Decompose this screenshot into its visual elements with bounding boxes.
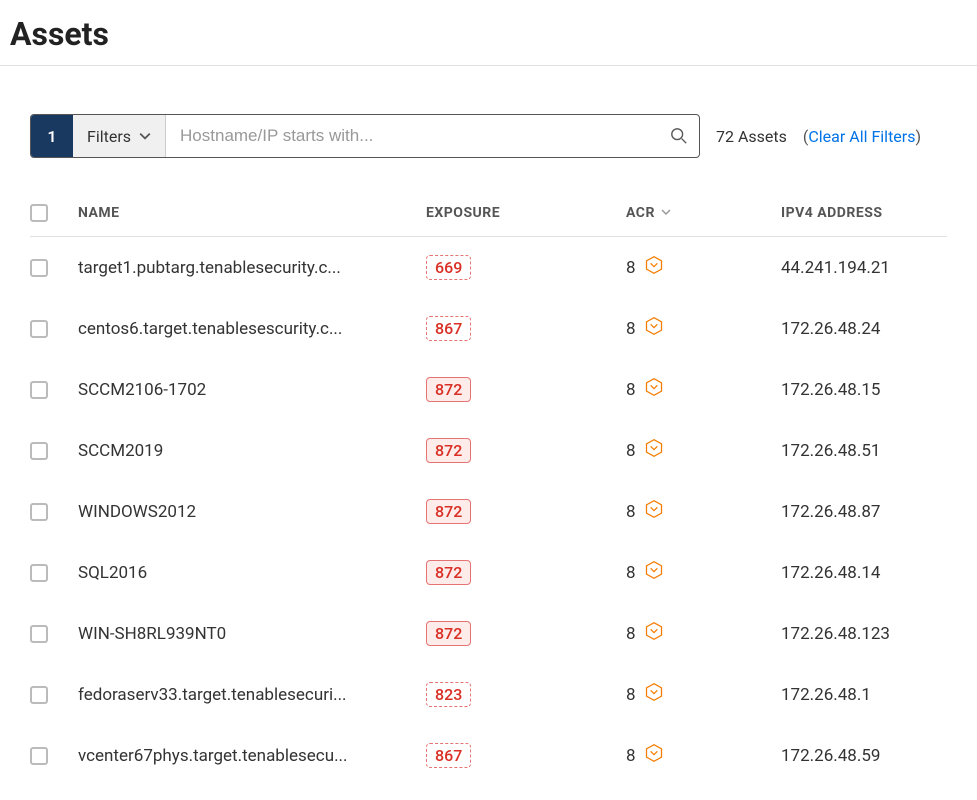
- exposure-badge: 669: [426, 255, 471, 280]
- asset-name: WINDOWS2012: [78, 502, 426, 522]
- ipv4-address: 172.26.48.24: [781, 319, 880, 339]
- table-row[interactable]: SCCM2019872 8 172.26.48.51: [30, 420, 947, 481]
- filters-dropdown-button[interactable]: Filters: [73, 115, 166, 157]
- asset-name: vcenter67phys.target.tenablesecu...: [78, 746, 426, 766]
- column-header-exposure[interactable]: EXPOSURE: [426, 205, 626, 221]
- search-container: 1 Filters: [30, 114, 700, 158]
- acr-criticality-icon: [644, 255, 664, 280]
- exposure-badge: 867: [426, 743, 471, 768]
- acr-value: 8: [626, 502, 636, 522]
- clear-all-filters-link[interactable]: Clear All Filters: [803, 127, 921, 146]
- column-header-name[interactable]: NAME: [78, 205, 426, 221]
- row-checkbox[interactable]: [30, 320, 48, 338]
- sort-descending-icon: [661, 205, 671, 221]
- asset-name: WIN-SH8RL939NT0: [78, 624, 426, 644]
- table-row[interactable]: WINDOWS2012872 8 172.26.48.87: [30, 481, 947, 542]
- acr-value: 8: [626, 685, 636, 705]
- asset-name: target1.pubtarg.tenablesecurity.c...: [78, 258, 426, 278]
- table-row[interactable]: vcenter67phys.target.tenablesecu...867 8 1…: [30, 725, 947, 786]
- asset-name: centos6.target.tenablesescurity.c...: [78, 319, 426, 339]
- row-checkbox[interactable]: [30, 381, 48, 399]
- asset-count-label: 72 Assets: [716, 127, 787, 146]
- ipv4-address: 172.26.48.15: [781, 380, 880, 400]
- row-checkbox[interactable]: [30, 503, 48, 521]
- ipv4-address: 172.26.48.87: [781, 502, 880, 522]
- acr-value: 8: [626, 624, 636, 644]
- ipv4-address: 172.26.48.51: [781, 441, 880, 461]
- acr-value: 8: [626, 746, 636, 766]
- exposure-badge: 872: [426, 377, 471, 402]
- acr-value: 8: [626, 319, 636, 339]
- acr-value: 8: [626, 563, 636, 583]
- table-row[interactable]: SQL2016872 8 172.26.48.14: [30, 542, 947, 603]
- ipv4-address: 44.241.194.21: [781, 258, 890, 278]
- acr-criticality-icon: [644, 682, 664, 707]
- chevron-down-icon: [139, 127, 151, 146]
- acr-header-label: ACR: [626, 205, 655, 221]
- search-input[interactable]: [166, 115, 659, 157]
- exposure-badge: 872: [426, 438, 471, 463]
- acr-criticality-icon: [644, 438, 664, 463]
- column-header-acr[interactable]: ACR: [626, 205, 781, 221]
- row-checkbox[interactable]: [30, 442, 48, 460]
- row-checkbox[interactable]: [30, 686, 48, 704]
- exposure-badge: 872: [426, 499, 471, 524]
- table-row[interactable]: target1.pubtarg.tenablesecurity.c...669 8…: [30, 237, 947, 298]
- row-checkbox[interactable]: [30, 625, 48, 643]
- table-row[interactable]: SCCM2106-1702872 8 172.26.48.15: [30, 359, 947, 420]
- table-row[interactable]: WIN-SH8RL939NT0872 8 172.26.48.123: [30, 603, 947, 664]
- filter-bar: 1 Filters 72 Assets Clear All Filters: [30, 114, 947, 158]
- column-header-ipv4[interactable]: IPV4 ADDRESS: [781, 205, 947, 221]
- asset-name: SCCM2019: [78, 441, 426, 461]
- acr-criticality-icon: [644, 560, 664, 585]
- acr-criticality-icon: [644, 743, 664, 768]
- page-title: Assets: [0, 0, 977, 66]
- acr-criticality-icon: [644, 621, 664, 646]
- exposure-badge: 823: [426, 682, 471, 707]
- ipv4-address: 172.26.48.1: [781, 685, 871, 705]
- asset-name: fedoraserv33.target.tenablesecuri...: [78, 685, 426, 705]
- asset-name: SCCM2106-1702: [78, 380, 426, 400]
- table-row[interactable]: fedoraserv33.target.tenablesecuri...823 8…: [30, 664, 947, 725]
- acr-value: 8: [626, 441, 636, 461]
- exposure-badge: 872: [426, 621, 471, 646]
- acr-value: 8: [626, 380, 636, 400]
- exposure-badge: 872: [426, 560, 471, 585]
- search-icon[interactable]: [659, 115, 699, 157]
- ipv4-address: 172.26.48.14: [781, 563, 880, 583]
- exposure-badge: 867: [426, 316, 471, 341]
- filter-count-badge: 1: [31, 115, 73, 157]
- select-all-checkbox[interactable]: [30, 204, 48, 222]
- row-checkbox[interactable]: [30, 259, 48, 277]
- acr-criticality-icon: [644, 316, 664, 341]
- ipv4-address: 172.26.48.59: [781, 746, 880, 766]
- row-checkbox[interactable]: [30, 564, 48, 582]
- assets-table: NAME EXPOSURE ACR IPV4 ADDRESS target1.p…: [30, 190, 947, 786]
- table-header-row: NAME EXPOSURE ACR IPV4 ADDRESS: [30, 190, 947, 237]
- acr-value: 8: [626, 258, 636, 278]
- acr-criticality-icon: [644, 377, 664, 402]
- filters-label: Filters: [87, 127, 131, 146]
- acr-criticality-icon: [644, 499, 664, 524]
- table-row[interactable]: centos6.target.tenablesescurity.c...867 8…: [30, 298, 947, 359]
- ipv4-address: 172.26.48.123: [781, 624, 890, 644]
- row-checkbox[interactable]: [30, 747, 48, 765]
- asset-name: SQL2016: [78, 563, 426, 583]
